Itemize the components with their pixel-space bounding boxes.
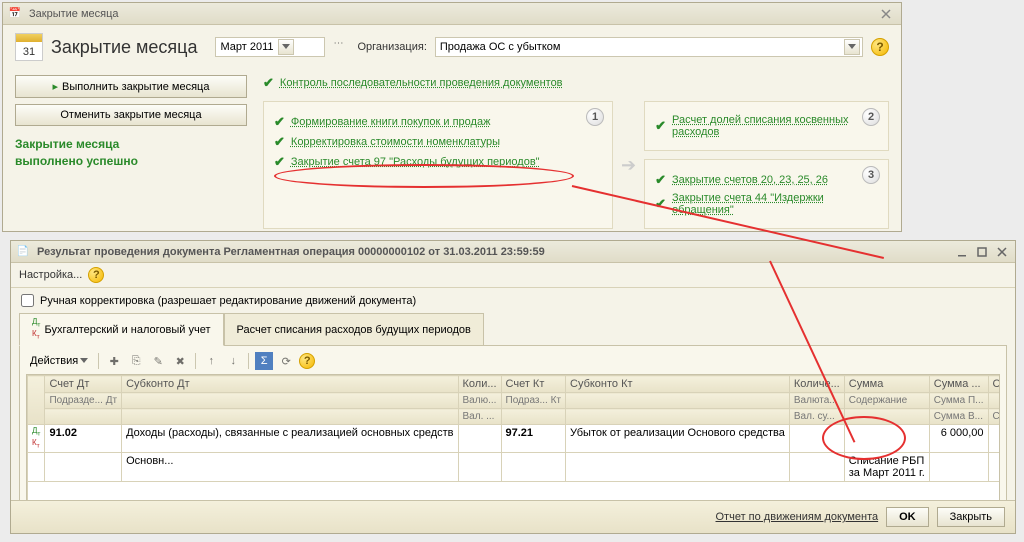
- move-down-icon[interactable]: ↓: [224, 352, 242, 370]
- dtkt-icon: ДтКт: [32, 427, 40, 450]
- step-2-box: 2 ✔ Расчет долей списания косвенных расхо…: [644, 101, 889, 151]
- settings-link[interactable]: Настройка...: [19, 269, 82, 281]
- chevron-down-icon[interactable]: [844, 39, 860, 55]
- page-title: Закрытие месяца: [51, 37, 197, 58]
- check-icon: ✔: [263, 75, 274, 91]
- sequence-control-link[interactable]: Контроль последовательности проведения д…: [280, 77, 563, 89]
- table-row[interactable]: Основн... Списание РБПза Март 2011 г.: [28, 453, 1001, 482]
- manual-correction-checkbox[interactable]: [21, 294, 34, 307]
- check-icon: ✔: [655, 196, 666, 212]
- arrow-right-icon: ➔: [621, 155, 636, 176]
- edit-icon[interactable]: ✎: [149, 352, 167, 370]
- minimize-icon[interactable]: [953, 244, 971, 260]
- chevron-down-icon[interactable]: [278, 39, 294, 55]
- tab-accounting[interactable]: ДтКт Бухгалтерский и налоговый учет: [19, 313, 224, 346]
- step-number: 1: [586, 108, 604, 126]
- step-link[interactable]: Закрытие счета 44 "Издержки обращения": [672, 192, 878, 216]
- step-link[interactable]: Корректировка стоимости номенклатуры: [291, 136, 500, 148]
- delete-icon[interactable]: ✖: [171, 352, 189, 370]
- table-row[interactable]: ДтКт 91.02 Доходы (расходы), связанные с…: [28, 425, 1001, 453]
- cancel-close-button[interactable]: Отменить закрытие месяца: [15, 104, 247, 126]
- step-3-box: 3 ✔ Закрытие счетов 20, 23, 25, 26 ✔ Закры…: [644, 159, 889, 229]
- postings-grid: Счет Дт Субконто Дт Коли... Счет Кт Субк…: [26, 374, 1000, 513]
- document-icon: 📄: [15, 244, 31, 260]
- window-title: Закрытие месяца: [29, 8, 119, 20]
- close-icon[interactable]: [993, 244, 1011, 260]
- maximize-icon[interactable]: [973, 244, 991, 260]
- help-icon[interactable]: ?: [299, 353, 315, 369]
- organization-dropdown[interactable]: Продажа ОС с убытком: [435, 37, 863, 57]
- tab-rbp-calc[interactable]: Расчет списания расходов будущих периодо…: [224, 313, 484, 346]
- org-label: Организация:: [357, 41, 426, 53]
- ok-button[interactable]: OK: [886, 507, 929, 527]
- status-text: Закрытие месяца выполнено успешно: [15, 136, 247, 170]
- copy-icon[interactable]: ⎘: [127, 352, 145, 370]
- actions-menu[interactable]: Действия: [26, 353, 92, 369]
- step-link[interactable]: Формирование книги покупок и продаж: [291, 116, 491, 128]
- titlebar: 📄 Результат проведения документа Регламе…: [11, 241, 1015, 263]
- calendar-icon: [15, 33, 43, 61]
- manual-correction-label: Ручная корректировка (разрешает редактир…: [40, 295, 416, 307]
- refresh-icon[interactable]: ⟳: [277, 352, 295, 370]
- step-1-box: 1 ✔ Формирование книги покупок и продаж ✔…: [263, 101, 613, 229]
- add-icon[interactable]: ✚: [105, 352, 123, 370]
- run-close-button[interactable]: Выполнить закрытие месяца: [15, 75, 247, 98]
- step-number: 3: [862, 166, 880, 184]
- check-icon: ✔: [274, 114, 285, 130]
- titlebar: 📅 Закрытие месяца: [3, 3, 901, 25]
- month-close-window: 📅 Закрытие месяца Закрытие месяца Март 2…: [2, 2, 902, 232]
- ellipsis-icon[interactable]: ⋯: [333, 38, 349, 56]
- window-title: Результат проведения документа Регламент…: [37, 246, 545, 258]
- close-icon[interactable]: [875, 6, 897, 22]
- check-icon: ✔: [655, 172, 666, 188]
- help-icon[interactable]: ?: [871, 38, 889, 56]
- period-dropdown[interactable]: Март 2011: [215, 37, 325, 57]
- sigma-icon[interactable]: Σ: [255, 352, 273, 370]
- close-button[interactable]: Закрыть: [937, 507, 1005, 527]
- step-link[interactable]: Закрытие счетов 20, 23, 25, 26: [672, 174, 828, 186]
- step-link[interactable]: Расчет долей списания косвенных расходов: [672, 114, 878, 138]
- check-icon: ✔: [274, 134, 285, 150]
- report-link[interactable]: Отчет по движениям документа: [716, 511, 879, 523]
- help-icon[interactable]: ?: [88, 267, 104, 283]
- result-window: 📄 Результат проведения документа Регламе…: [10, 240, 1016, 534]
- calendar-icon: 📅: [7, 6, 23, 22]
- dtkt-icon: ДтКт: [32, 318, 40, 341]
- move-up-icon[interactable]: ↑: [202, 352, 220, 370]
- check-icon: ✔: [655, 118, 666, 134]
- step-number: 2: [862, 108, 880, 126]
- step-link-97[interactable]: Закрытие счета 97 "Расходы будущих перио…: [291, 156, 540, 168]
- check-icon: ✔: [274, 154, 285, 170]
- footer: Отчет по движениям документа OK Закрыть: [11, 500, 1015, 533]
